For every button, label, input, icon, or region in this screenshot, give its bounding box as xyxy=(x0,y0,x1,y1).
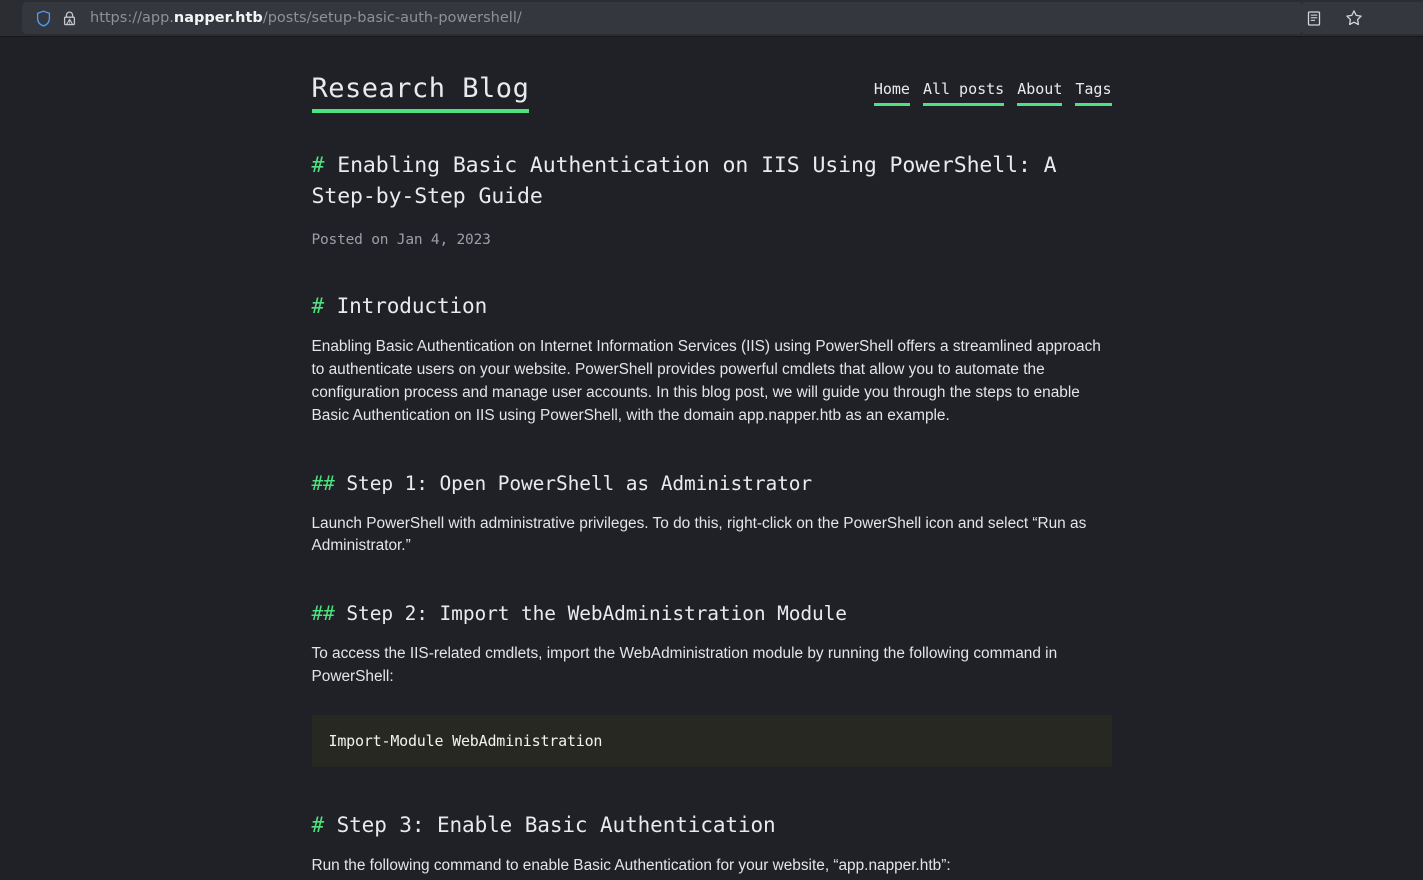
heading-hash-marker: # xyxy=(311,812,325,837)
heading-step-3-text: Step 3: Enable Basic Authentication xyxy=(336,812,776,837)
content-container: Research Blog Home All posts About Tags … xyxy=(311,37,1112,880)
post-date: Posted on Jan 4, 2023 xyxy=(311,232,491,249)
heading-step-3: # Step 3: Enable Basic Authentication xyxy=(312,813,1112,837)
url-host: napper.htb xyxy=(173,10,263,26)
paragraph-step-1: Launch PowerShell with administrative pr… xyxy=(311,514,1087,555)
reader-mode-icon[interactable] xyxy=(1301,5,1327,31)
heading-hash-marker: # xyxy=(311,294,325,319)
site-header: Research Blog Home All posts About Tags xyxy=(311,53,1112,114)
heading-step-2: ## Step 2: Import the WebAdministration … xyxy=(312,602,1112,625)
bookmark-star-icon[interactable] xyxy=(1341,5,1367,31)
heading-introduction: # Introduction xyxy=(312,294,1112,318)
site-title[interactable]: Research Blog xyxy=(311,73,530,114)
paragraph-step-2: To access the IIS-related cmdlets, impor… xyxy=(311,645,1058,685)
url-path: /posts/setup-basic-auth-powershell/ xyxy=(262,10,522,26)
nav-item-home[interactable]: Home xyxy=(873,80,910,106)
post-title-text: Enabling Basic Authentication on IIS Usi… xyxy=(311,153,1057,209)
heading-hash-marker: ## xyxy=(311,471,335,495)
nav-item-tags[interactable]: Tags xyxy=(1075,80,1112,106)
heading-step-1-text: Step 1: Open PowerShell as Administrator xyxy=(346,471,813,495)
paragraph-introduction: Enabling Basic Authentication on Interne… xyxy=(311,338,1101,424)
code-block-import-module[interactable]: Import-Module WebAdministration xyxy=(311,714,1112,767)
paragraph-step-3: Run the following command to enable Basi… xyxy=(311,856,951,874)
heading-step-1: ## Step 1: Open PowerShell as Administra… xyxy=(312,472,1112,495)
blog-post: # Enabling Basic Authentication on IIS U… xyxy=(311,151,1112,880)
nav-item-all-posts[interactable]: All posts xyxy=(922,80,1005,106)
heading-introduction-text: Introduction xyxy=(336,294,488,319)
nav-item-about[interactable]: About xyxy=(1017,80,1063,106)
url-text[interactable]: https://app.napper.htb/posts/setup-basic… xyxy=(90,10,522,26)
shield-tracking-protection-icon[interactable] xyxy=(30,5,56,31)
page-viewport: Research Blog Home All posts About Tags … xyxy=(0,37,1423,880)
heading-step-2-text: Step 2: Import the WebAdministration Mod… xyxy=(346,602,847,626)
url-prefix: https://app. xyxy=(90,10,174,26)
post-title: # Enabling Basic Authentication on IIS U… xyxy=(312,151,1112,212)
site-nav: Home All posts About Tags xyxy=(873,73,1112,106)
lock-warning-icon[interactable] xyxy=(56,5,82,31)
url-bar-actions xyxy=(1303,2,1423,34)
code-text: Import-Module WebAdministration xyxy=(328,731,603,750)
heading-hash-marker: ## xyxy=(311,602,335,626)
heading-hash-marker: # xyxy=(311,153,325,179)
url-bar[interactable]: https://app.napper.htb/posts/setup-basic… xyxy=(22,2,1303,34)
browser-toolbar: https://app.napper.htb/posts/setup-basic… xyxy=(0,0,1423,37)
